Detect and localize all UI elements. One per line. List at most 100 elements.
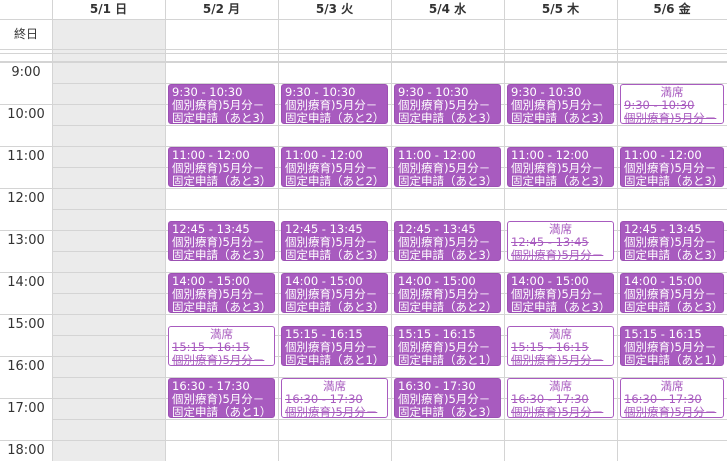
full-badge: 満席 <box>549 221 572 236</box>
slot-event[interactable]: 12:45 - 13:45 個別療育)5月分－ 固定申請（あと3） <box>620 220 724 261</box>
event-title: 個別療育)5月分－ <box>398 234 491 249</box>
event-status: 固定申請（あと3） <box>511 300 611 313</box>
event-status: 固定申請（あと3） <box>285 247 385 261</box>
hour-label: 12:00 <box>7 191 45 206</box>
day-header[interactable]: 5/3 火 <box>278 0 391 19</box>
event-status: 固定申請（あと3） <box>285 300 385 313</box>
event-status: 固定申請（あと3） <box>511 174 611 187</box>
weekend-column-shade <box>52 19 165 461</box>
slot-event[interactable]: 11:00 - 12:00 個別療育)5月分－ 固定申請（あと3） <box>168 147 275 187</box>
hour-label: 13:00 <box>7 233 45 248</box>
full-slot-event[interactable]: 満席 15:15 - 16:15 個別療育)5月分－ <box>507 325 614 366</box>
slot-event[interactable]: 11:00 - 12:00 個別療育)5月分－ 固定申請（あと3） <box>507 147 614 187</box>
event-status: 固定申請（あと3） <box>398 405 498 418</box>
event-title: 個別療育)5月分－ <box>172 352 265 366</box>
slot-event[interactable]: 11:00 - 12:00 個別療育)5月分－ 固定申請（あと2） <box>281 147 388 187</box>
slot-event[interactable]: 14:00 - 15:00 個別療育)5月分－ 固定申請（あと3） <box>507 273 614 313</box>
event-time: 15:15 - 16:15 <box>624 326 702 341</box>
slot-event[interactable]: 9:30 - 10:30 個別療育)5月分－ 固定申請（あと3） <box>507 84 614 124</box>
full-badge: 満席 <box>210 326 233 341</box>
full-slot-event[interactable]: 満席 9:30 - 10:30 個別療育)5月分－ <box>620 84 724 124</box>
column-divider <box>278 0 279 461</box>
half-hour-gridline <box>52 125 727 126</box>
column-divider <box>391 0 392 461</box>
half-hour-gridline <box>52 209 727 210</box>
event-time: 12:45 - 13:45 <box>398 221 476 236</box>
column-divider <box>617 0 618 461</box>
slot-event[interactable]: 12:45 - 13:45 個別療育)5月分－ 固定申請（あと3） <box>281 220 388 261</box>
event-status: 固定申請（あと3） <box>172 111 272 124</box>
half-hour-gridline <box>52 419 727 420</box>
slot-event[interactable]: 12:45 - 13:45 個別療育)5月分－ 固定申請（あと3） <box>168 220 275 261</box>
allday-label: 終日 <box>13 27 38 41</box>
hour-label: 16:00 <box>7 359 45 374</box>
slot-event[interactable]: 14:00 - 15:00 個別療育)5月分－ 固定申請（あと3） <box>168 273 275 313</box>
day-header[interactable]: 5/4 水 <box>391 0 504 19</box>
event-status: 固定申請（あと3） <box>624 174 724 187</box>
full-slot-event[interactable]: 満席 16:30 - 17:30 個別療育)5月分－ <box>507 378 614 418</box>
slot-event[interactable]: 14:00 - 15:00 個別療育)5月分－ 固定申請（あと3） <box>620 273 724 313</box>
event-status: 固定申請（あと2） <box>285 174 385 187</box>
event-title: 個別療育)5月分－ <box>624 234 717 249</box>
event-time: 15:15 - 16:15 <box>511 339 589 354</box>
event-title: 個別療育)5月分－ <box>172 234 265 249</box>
slot-event[interactable]: 11:00 - 12:00 個別療育)5月分－ 固定申請（あと3） <box>620 147 724 187</box>
hour-label: 9:00 <box>11 65 41 80</box>
event-status: 固定申請（あと3） <box>511 111 611 124</box>
column-divider <box>52 0 53 461</box>
slot-event[interactable]: 15:15 - 16:15 個別療育)5月分－ 固定申請（あと1） <box>620 325 724 366</box>
full-slot-event[interactable]: 満席 15:15 - 16:15 個別療育)5月分－ <box>168 325 275 366</box>
event-title: 個別療育)5月分－ <box>285 405 378 418</box>
slot-event[interactable]: 15:15 - 16:15 個別療育)5月分－ 固定申請（あと1） <box>394 325 501 366</box>
event-title: 個別療育)5月分－ <box>285 339 378 354</box>
event-status: 固定申請（あと3） <box>172 247 272 261</box>
event-status: 固定申請（あと3） <box>172 174 272 187</box>
hour-label: 17:00 <box>7 401 45 416</box>
event-status: 固定申請（あと2） <box>398 300 498 313</box>
full-badge: 満席 <box>549 326 572 341</box>
full-slot-event[interactable]: 満席 16:30 - 17:30 個別療育)5月分－ <box>281 378 388 418</box>
event-time: 12:45 - 13:45 <box>624 221 702 236</box>
slot-event[interactable]: 11:00 - 12:00 個別療育)5月分－ 固定申請（あと3） <box>394 147 501 187</box>
event-time: 15:15 - 16:15 <box>398 326 476 341</box>
slot-event[interactable]: 14:00 - 15:00 個別療育)5月分－ 固定申請（あと2） <box>394 273 501 313</box>
event-status: 固定申請（あと3） <box>398 247 498 261</box>
hour-label: 10:00 <box>7 107 45 122</box>
event-time: 15:15 - 16:15 <box>285 326 363 341</box>
day-header[interactable]: 5/1 日 <box>52 0 165 19</box>
event-title: 個別療育)5月分－ <box>511 405 604 418</box>
event-status: 固定申請（あと1） <box>398 352 498 366</box>
hour-label: 15:00 <box>7 317 45 332</box>
event-status: 固定申請（あと3） <box>624 300 724 313</box>
event-title: 個別療育)5月分－ <box>624 111 717 124</box>
event-time: 15:15 - 16:15 <box>172 339 250 354</box>
slot-event[interactable]: 9:30 - 10:30 個別療育)5月分－ 固定申請（あと2） <box>281 84 388 124</box>
event-title: 個別療育)5月分－ <box>624 339 717 354</box>
event-status: 固定申請（あと3） <box>624 247 724 261</box>
slot-event[interactable]: 9:30 - 10:30 個別療育)5月分－ 固定申請（あと3） <box>168 84 275 124</box>
slot-event[interactable]: 9:30 - 10:30 個別療育)5月分－ 固定申請（あと3） <box>394 84 501 124</box>
day-header[interactable]: 5/2 月 <box>165 0 278 19</box>
full-slot-event[interactable]: 満席 16:30 - 17:30 個別療育)5月分－ <box>620 378 724 418</box>
slot-event[interactable]: 15:15 - 16:15 個別療育)5月分－ 固定申請（あと1） <box>281 325 388 366</box>
week-calendar: 5/1 日 5/2 月 5/3 火 5/4 水 5/5 木 5/6 金終日 9:00 10:0… <box>0 0 727 461</box>
slot-event[interactable]: 12:45 - 13:45 個別療育)5月分－ 固定申請（あと3） <box>394 220 501 261</box>
hour-label: 14:00 <box>7 275 45 290</box>
hour-label: 18:00 <box>7 443 45 458</box>
event-title: 個別療育)5月分－ <box>285 234 378 249</box>
event-time: 12:45 - 13:45 <box>172 221 250 236</box>
event-status: 固定申請（あと3） <box>172 300 272 313</box>
slot-event[interactable]: 16:30 - 17:30 個別療育)5月分－ 固定申請（あと3） <box>394 378 501 418</box>
event-title: 個別療育)5月分－ <box>624 405 717 418</box>
full-slot-event[interactable]: 満席 12:45 - 13:45 個別療育)5月分－ <box>507 220 614 261</box>
slot-event[interactable]: 16:30 - 17:30 個別療育)5月分－ 固定申請（あと1） <box>168 378 275 418</box>
column-divider <box>165 0 166 461</box>
event-time: 12:45 - 13:45 <box>285 221 363 236</box>
day-header[interactable]: 5/6 金 <box>617 0 727 19</box>
day-header[interactable]: 5/5 木 <box>504 0 617 19</box>
event-time: 12:45 - 13:45 <box>511 234 589 249</box>
column-divider <box>504 0 505 461</box>
hour-label: 11:00 <box>7 149 45 164</box>
slot-event[interactable]: 14:00 - 15:00 個別療育)5月分－ 固定申請（あと3） <box>281 273 388 313</box>
event-title: 個別療育)5月分－ <box>398 339 491 354</box>
